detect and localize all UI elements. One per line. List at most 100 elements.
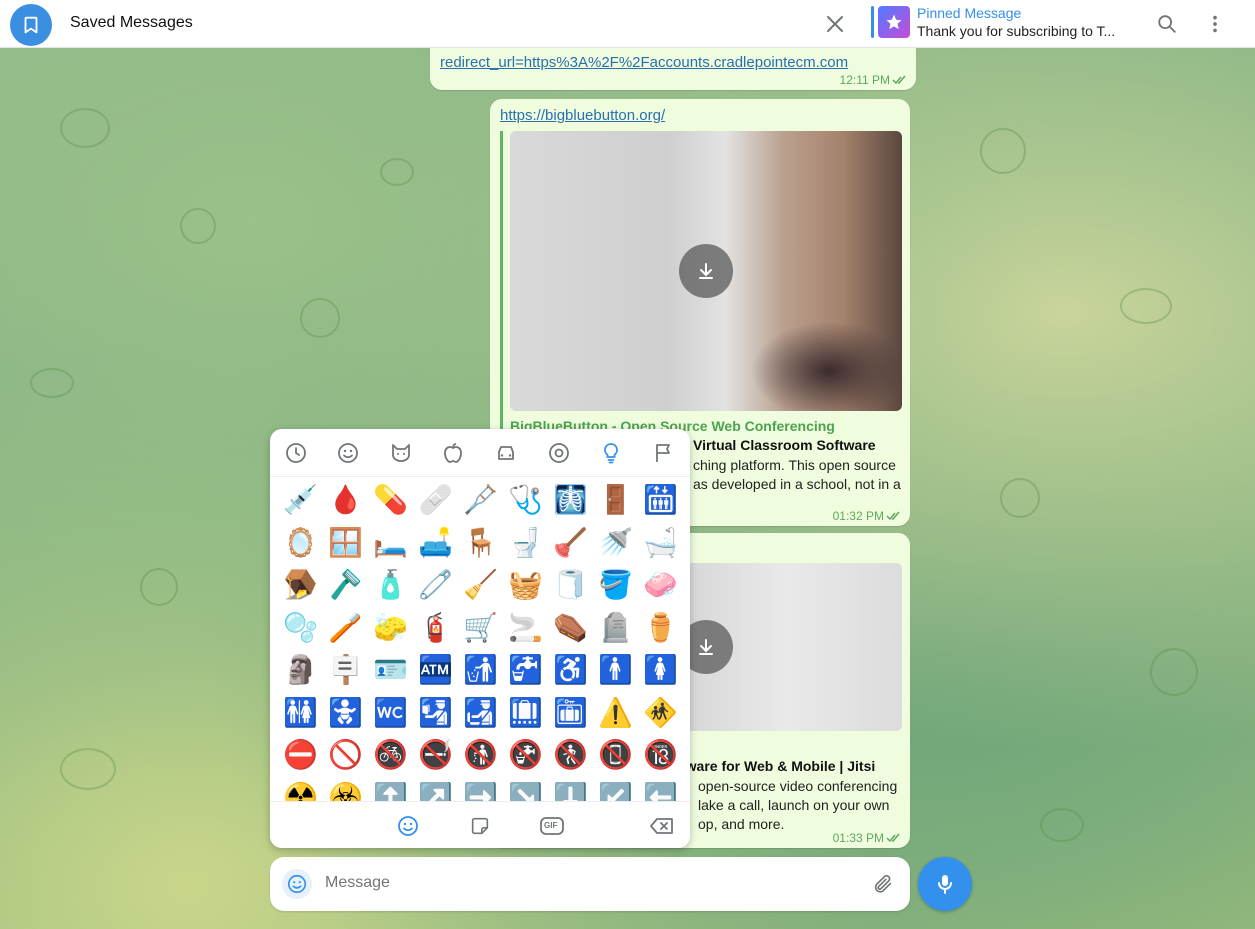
emoji-item[interactable]: 🪟 [323, 522, 368, 565]
tab-travel[interactable] [493, 440, 519, 466]
preview-image[interactable] [510, 131, 902, 411]
gif-tab-button[interactable]: GIF [538, 813, 566, 839]
emoji-item[interactable]: 🩼 [458, 479, 503, 522]
emoji-item[interactable]: 🚺 [638, 649, 683, 692]
emoji-item[interactable]: 🚳 [368, 734, 413, 777]
emoji-item[interactable]: 🛗 [638, 479, 683, 522]
emoji-item[interactable]: 🚭 [413, 734, 458, 777]
emoji-item[interactable]: 🚫 [323, 734, 368, 777]
emoji-item[interactable]: 🪒 [323, 564, 368, 607]
emoji-item[interactable]: ↗️ [413, 777, 458, 801]
emoji-item[interactable]: ⚱️ [638, 607, 683, 650]
emoji-item[interactable]: 🧯 [413, 607, 458, 650]
more-options-button[interactable] [1201, 10, 1229, 38]
emoji-item[interactable]: ↘️ [503, 777, 548, 801]
saved-messages-avatar[interactable] [10, 4, 52, 46]
emoji-item[interactable]: ⬅️ [638, 777, 683, 801]
emoji-item[interactable]: 🚯 [458, 734, 503, 777]
emoji-item[interactable]: 💉 [278, 479, 323, 522]
backspace-button[interactable] [649, 813, 675, 839]
emoji-item[interactable]: 🛃 [458, 692, 503, 735]
emoji-item[interactable]: 🚰 [503, 649, 548, 692]
pinned-message-text[interactable]: Thank you for subscribing to T... [917, 23, 1122, 39]
emoji-item[interactable]: 🛂 [413, 692, 458, 735]
sticker-tab-button[interactable] [467, 813, 493, 839]
emoji-item[interactable]: ⚰️ [548, 607, 593, 650]
attach-button[interactable] [870, 871, 896, 897]
message-link[interactable]: redirect_url=https%3A%2F%2Faccounts.crad… [440, 54, 848, 71]
emoji-item[interactable]: 🪣 [593, 564, 638, 607]
emoji-item[interactable]: 🔞 [638, 734, 683, 777]
message-input[interactable] [325, 874, 825, 892]
emoji-item[interactable]: 🪧 [323, 649, 368, 692]
emoji-item[interactable]: 🚿 [593, 522, 638, 565]
pinned-thumbnail[interactable] [878, 6, 910, 38]
emoji-item[interactable]: 🚽 [503, 522, 548, 565]
emoji-item[interactable]: ↙️ [593, 777, 638, 801]
emoji-item[interactable]: 📵 [593, 734, 638, 777]
tab-objects[interactable] [598, 440, 624, 466]
emoji-toggle-button[interactable] [282, 869, 312, 899]
pinned-message-label[interactable]: Pinned Message [917, 5, 1021, 21]
emoji-item[interactable]: 🛁 [638, 522, 683, 565]
emoji-item[interactable]: ☢️ [278, 777, 323, 801]
emoji-item[interactable]: 🩻 [548, 479, 593, 522]
tab-smileys[interactable] [335, 440, 361, 466]
emoji-tab-button[interactable] [395, 813, 421, 839]
tab-flags[interactable] [651, 440, 677, 466]
search-button[interactable] [1153, 10, 1181, 38]
emoji-item[interactable]: 🚼 [323, 692, 368, 735]
emoji-item[interactable]: 🚷 [548, 734, 593, 777]
emoji-item[interactable]: 🚱 [503, 734, 548, 777]
emoji-item[interactable]: 🧴 [368, 564, 413, 607]
emoji-item[interactable]: 🪠 [548, 522, 593, 565]
tab-food[interactable] [440, 440, 466, 466]
emoji-item[interactable]: 🗿 [278, 649, 323, 692]
emoji-item[interactable]: ☣️ [323, 777, 368, 801]
emoji-item[interactable]: 🚮 [458, 649, 503, 692]
emoji-item[interactable]: 🛅 [548, 692, 593, 735]
emoji-item[interactable]: 🪪 [368, 649, 413, 692]
emoji-item[interactable]: 🪦 [593, 607, 638, 650]
emoji-item[interactable]: ⬆️ [368, 777, 413, 801]
emoji-item[interactable]: 🏧 [413, 649, 458, 692]
emoji-item[interactable]: 🧽 [368, 607, 413, 650]
emoji-item[interactable]: ⬇️ [548, 777, 593, 801]
emoji-item[interactable]: 🩹 [413, 479, 458, 522]
emoji-item[interactable]: 🪥 [323, 607, 368, 650]
emoji-item[interactable]: 🛄 [503, 692, 548, 735]
emoji-item[interactable]: 🚪 [593, 479, 638, 522]
emoji-item[interactable]: 🪑 [458, 522, 503, 565]
emoji-item[interactable]: 🚾 [368, 692, 413, 735]
emoji-item[interactable]: 🪤 [278, 564, 323, 607]
chat-title[interactable]: Saved Messages [70, 14, 193, 32]
message-link[interactable]: https://bigbluebutton.org/ [500, 107, 665, 124]
emoji-item[interactable]: 🩺 [503, 479, 548, 522]
emoji-item[interactable]: 🩸 [323, 479, 368, 522]
emoji-item[interactable]: 🧼 [638, 564, 683, 607]
emoji-item[interactable]: ⚠️ [593, 692, 638, 735]
emoji-item[interactable]: 🛋️ [413, 522, 458, 565]
voice-record-button[interactable] [918, 857, 972, 911]
emoji-item[interactable]: 🛒 [458, 607, 503, 650]
emoji-item[interactable]: 🚹 [593, 649, 638, 692]
tab-activities[interactable] [546, 440, 572, 466]
emoji-item[interactable]: 🚬 [503, 607, 548, 650]
emoji-item[interactable]: 💊 [368, 479, 413, 522]
download-button[interactable] [679, 244, 733, 298]
emoji-item[interactable]: 🧹 [458, 564, 503, 607]
tab-animals[interactable] [388, 440, 414, 466]
emoji-item[interactable]: 🫧 [278, 607, 323, 650]
emoji-item[interactable]: 🧷 [413, 564, 458, 607]
emoji-item[interactable]: 🛏️ [368, 522, 413, 565]
emoji-item[interactable]: 🚸 [638, 692, 683, 735]
emoji-item[interactable]: 🧺 [503, 564, 548, 607]
emoji-item[interactable]: ♿ [548, 649, 593, 692]
emoji-item[interactable]: 🧻 [548, 564, 593, 607]
emoji-item[interactable]: ⛔ [278, 734, 323, 777]
close-pinned-button[interactable] [822, 11, 848, 37]
tab-recent[interactable] [283, 440, 309, 466]
emoji-item[interactable]: 🪞 [278, 522, 323, 565]
emoji-item[interactable]: 🚻 [278, 692, 323, 735]
emoji-item[interactable]: ➡️ [458, 777, 503, 801]
